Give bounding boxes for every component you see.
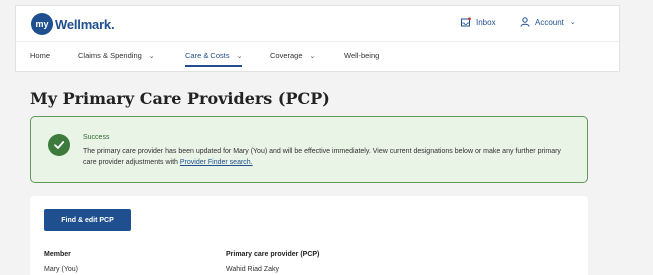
nav-item-label: Well-being [344, 51, 380, 60]
page-title: My Primary Care Providers (PCP) [30, 89, 330, 108]
alert-title: Success [83, 134, 110, 141]
column-header-member: Member [44, 251, 71, 258]
chevron-down-icon: ⌄ [309, 52, 316, 60]
alert-message: The primary care provider has been updat… [83, 146, 573, 168]
chevron-down-icon: ⌄ [569, 19, 576, 26]
wellmark-logo[interactable]: my Wellmark. [31, 12, 115, 36]
nav-item-label: Home [30, 51, 51, 60]
nav-item-claims-spending[interactable]: Claims & Spending ⌄ [78, 51, 155, 60]
inbox-link[interactable]: Inbox [461, 17, 496, 27]
inbox-label: Inbox [476, 17, 496, 27]
logo-brand-name: Wellmark [55, 16, 111, 32]
success-alert: Success The primary care provider has be… [30, 116, 588, 183]
chevron-down-icon: ⌄ [236, 52, 243, 60]
nav-item-label: Claims & Spending [78, 51, 142, 60]
nav-item-label: Care & Costs [185, 51, 230, 60]
nav-item-well-being[interactable]: Well-being [344, 51, 379, 60]
account-label: Account [535, 17, 564, 27]
main-nav: Home Claims & Spending ⌄ Care & Costs ⌄ … [15, 41, 620, 72]
column-header-pcp: Primary care provider (PCP) [226, 251, 320, 258]
person-icon [520, 17, 530, 27]
pcp-name: Wahid Riad Zaky [226, 266, 280, 273]
alert-message-text: The primary care provider has been updat… [83, 148, 561, 166]
top-header: my Wellmark. Inbox Account ⌄ [15, 5, 620, 41]
nav-item-coverage[interactable]: Coverage ⌄ [270, 51, 315, 60]
find-edit-pcp-button[interactable]: Find & edit PCP [44, 209, 131, 231]
member-name: Mary (You) [44, 266, 78, 273]
check-circle-icon [48, 134, 70, 156]
logo-my-badge: my [31, 13, 53, 35]
nav-item-care-costs[interactable]: Care & Costs ⌄ [185, 51, 243, 67]
nav-item-home[interactable]: Home [30, 51, 50, 60]
provider-finder-link[interactable]: Provider Finder search. [180, 159, 253, 166]
pcp-card: Find & edit PCP Member Primary care prov… [30, 196, 588, 275]
inbox-icon [461, 17, 471, 27]
nav-item-label: Coverage [270, 51, 303, 60]
account-menu[interactable]: Account ⌄ [520, 17, 576, 27]
logo-dot: . [110, 16, 115, 32]
chevron-down-icon: ⌄ [148, 52, 155, 60]
